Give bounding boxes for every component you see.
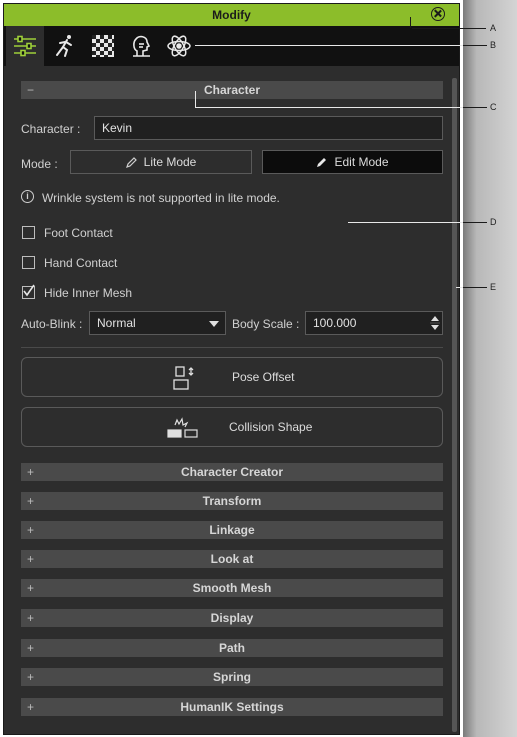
tab-modify[interactable] xyxy=(6,26,44,66)
section-title: Smooth Mesh xyxy=(192,581,272,595)
callout-d: D xyxy=(490,217,497,227)
section-title: Display xyxy=(210,611,254,625)
character-label: Character : xyxy=(21,122,81,136)
pencil-icon xyxy=(125,157,137,168)
character-name-field[interactable]: Kevin xyxy=(94,116,443,140)
callout-line-e-ext xyxy=(463,287,487,288)
modify-panel: Modify − Character Character: Kevin Mod… xyxy=(3,3,460,735)
expand-toggle[interactable]: + xyxy=(27,463,34,481)
callout-e: E xyxy=(490,282,497,292)
expand-toggle[interactable]: + xyxy=(27,579,34,597)
section-header-character[interactable]: − Character xyxy=(21,81,443,99)
tab-material[interactable] xyxy=(84,26,122,66)
sliders-icon xyxy=(14,35,36,57)
auto-blink-value: Normal xyxy=(97,316,136,330)
callout-line-d-ext xyxy=(463,222,487,223)
body-scale-spinner[interactable]: 100.000 xyxy=(305,311,443,335)
pose-offset-icon xyxy=(173,366,194,390)
running-figure-icon xyxy=(56,35,72,57)
close-icon[interactable] xyxy=(431,7,445,21)
lite-mode-button[interactable]: Lite Mode xyxy=(70,150,252,174)
edit-mode-label: Edit Mode xyxy=(334,155,389,169)
checkmark-icon xyxy=(23,284,35,297)
section-title: Character Creator xyxy=(180,465,284,479)
section-header-path[interactable]: + Path xyxy=(21,639,443,657)
callout-line-d xyxy=(348,222,463,223)
section-header-transform[interactable]: + Transform xyxy=(21,492,443,510)
section-title: Look at xyxy=(210,552,254,566)
section-title: Linkage xyxy=(209,523,255,537)
pencil-icon xyxy=(317,158,327,167)
expand-toggle[interactable]: + xyxy=(27,639,34,657)
collision-shape-button[interactable]: Collision Shape xyxy=(21,407,443,447)
expand-toggle[interactable]: + xyxy=(27,521,34,539)
section-title: Character xyxy=(203,83,261,97)
callout-line-c xyxy=(195,107,463,108)
checker-icon xyxy=(92,35,114,57)
section-title: Transform xyxy=(202,494,262,508)
section-title: Path xyxy=(218,641,245,655)
hide-inner-mesh-checkbox[interactable] xyxy=(22,284,35,299)
atom-icon xyxy=(167,35,191,57)
collision-shape-icon xyxy=(167,417,198,438)
pose-offset-button[interactable]: Pose Offset xyxy=(21,357,443,397)
tab-motion[interactable] xyxy=(46,26,84,66)
section-header-linkage[interactable]: + Linkage xyxy=(21,521,443,539)
panel-title: Modify xyxy=(212,8,251,22)
wrinkle-info-text: Wrinkle system is not supported in lite … xyxy=(42,191,280,205)
collision-shape-label: Collision Shape xyxy=(229,420,313,434)
callout-tick-c xyxy=(195,91,196,108)
foot-contact-checkbox[interactable] xyxy=(22,226,35,239)
section-header-look-at[interactable]: + Look at xyxy=(21,550,443,568)
title-bar[interactable]: Modify xyxy=(4,4,459,26)
info-icon: i xyxy=(21,190,34,203)
section-title: Spring xyxy=(213,670,251,684)
callout-a: A xyxy=(490,23,497,33)
foot-contact-label: Foot Contact xyxy=(44,226,113,240)
body-scale-value: 100.000 xyxy=(313,316,357,330)
expand-toggle[interactable]: + xyxy=(27,668,34,686)
section-header-humanik-settings[interactable]: + HumanIK Settings xyxy=(21,698,443,716)
expand-toggle[interactable]: + xyxy=(27,492,34,510)
section-header-smooth-mesh[interactable]: + Smooth Mesh xyxy=(21,579,443,597)
callout-c: C xyxy=(490,102,497,112)
section-header-character-creator[interactable]: + Character Creator xyxy=(21,463,443,481)
auto-blink-label: Auto-Blink : xyxy=(21,317,83,331)
spinner-arrows-icon[interactable] xyxy=(430,314,440,332)
lite-mode-label: Lite Mode xyxy=(143,155,197,169)
callout-line-c-ext xyxy=(463,107,487,108)
callout-tick-a xyxy=(410,17,411,28)
edit-mode-button[interactable]: Edit Mode xyxy=(262,150,443,174)
callout-line-b xyxy=(195,45,463,46)
callout-line-e xyxy=(456,287,463,288)
hand-contact-label: Hand Contact xyxy=(44,256,118,270)
body-scale-label: Body Scale : xyxy=(232,317,300,331)
section-divider xyxy=(21,347,443,348)
collapse-toggle[interactable]: − xyxy=(27,81,34,99)
tab-face[interactable] xyxy=(122,26,160,66)
tab-physics[interactable] xyxy=(160,26,198,66)
auto-blink-dropdown[interactable]: Normal xyxy=(89,311,226,335)
mode-label: Mode : xyxy=(21,157,58,171)
expand-toggle[interactable]: + xyxy=(27,698,34,716)
vertical-scrollbar[interactable] xyxy=(452,78,457,732)
section-header-display[interactable]: + Display xyxy=(21,609,443,627)
pose-offset-label: Pose Offset xyxy=(232,370,295,384)
callout-line-b-ext xyxy=(463,45,487,46)
expand-toggle[interactable]: + xyxy=(27,609,34,627)
callout-b: B xyxy=(490,40,497,50)
face-profile-icon xyxy=(133,35,151,57)
modify-content: − Character Character : Kevin Mode : Lit… xyxy=(4,66,459,734)
callout-line-a xyxy=(412,28,486,29)
hide-inner-mesh-label: Hide Inner Mesh xyxy=(44,286,133,300)
section-header-spring[interactable]: + Spring xyxy=(21,668,443,686)
hand-contact-checkbox[interactable] xyxy=(22,256,35,269)
chevron-down-icon xyxy=(209,321,219,327)
expand-toggle[interactable]: + xyxy=(27,550,34,568)
section-title: HumanIK Settings xyxy=(180,700,284,714)
tab-bar xyxy=(4,26,459,66)
